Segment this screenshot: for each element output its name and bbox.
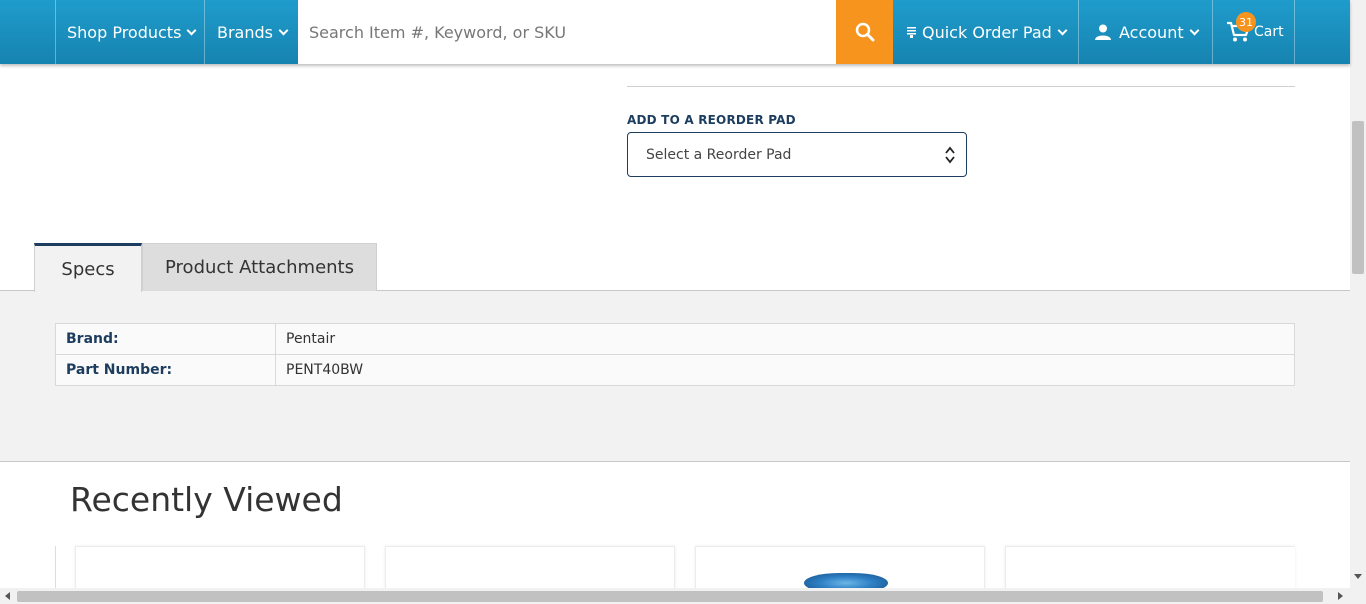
search-button[interactable] bbox=[836, 0, 893, 64]
cart-count-badge: 31 bbox=[1236, 12, 1256, 32]
shop-products-label: Shop Products bbox=[67, 22, 182, 42]
spec-value: Pentair bbox=[275, 323, 1295, 355]
tab-specs[interactable]: Specs bbox=[34, 243, 142, 292]
reorder-pad-label: ADD TO A REORDER PAD bbox=[627, 113, 796, 127]
shop-products-menu[interactable]: Shop Products bbox=[67, 0, 197, 64]
brands-label: Brands bbox=[217, 22, 273, 42]
specs-table: Brand: Pentair Part Number: PENT40BW bbox=[55, 323, 1295, 386]
nav-divider bbox=[1212, 0, 1213, 64]
vertical-scrollbar[interactable] bbox=[1350, 0, 1366, 588]
table-row: Part Number: PENT40BW bbox=[55, 354, 1295, 386]
nav-divider bbox=[1078, 0, 1079, 64]
chevron-down-icon bbox=[186, 25, 197, 35]
horizontal-scrollbar-thumb[interactable] bbox=[17, 591, 1323, 602]
scroll-down-arrow-icon[interactable] bbox=[1354, 574, 1362, 579]
cart-label: Cart bbox=[1254, 24, 1284, 40]
scroll-right-arrow-icon[interactable] bbox=[1338, 592, 1343, 600]
nav-divider bbox=[55, 0, 56, 64]
spec-value: PENT40BW bbox=[275, 354, 1295, 386]
spec-key: Part Number: bbox=[55, 354, 276, 386]
search-icon bbox=[855, 22, 874, 42]
user-icon bbox=[1095, 24, 1111, 40]
section-divider bbox=[627, 86, 1295, 87]
nav-divider bbox=[1294, 0, 1295, 64]
carousel-edge bbox=[55, 546, 56, 591]
chevron-down-icon bbox=[1189, 25, 1200, 35]
account-label: Account bbox=[1119, 22, 1184, 42]
vertical-scrollbar-thumb[interactable] bbox=[1352, 121, 1364, 274]
up-down-chevron-icon bbox=[945, 146, 955, 164]
nav-divider bbox=[204, 0, 205, 64]
top-navigation: Shop Products Brands Quick Order Pad Acc… bbox=[0, 0, 1350, 64]
list-icon bbox=[907, 27, 916, 38]
account-menu[interactable]: Account bbox=[1095, 0, 1200, 64]
spec-key: Brand: bbox=[55, 323, 276, 355]
table-row: Brand: Pentair bbox=[55, 323, 1295, 355]
tab-label: Specs bbox=[61, 258, 115, 280]
reorder-pad-selected-value: Select a Reorder Pad bbox=[646, 146, 792, 163]
tab-product-attachments[interactable]: Product Attachments bbox=[142, 243, 377, 291]
recently-viewed-title: Recently Viewed bbox=[70, 480, 343, 519]
chevron-down-icon bbox=[1057, 25, 1068, 35]
brands-menu[interactable]: Brands bbox=[217, 0, 289, 64]
reorder-pad-select[interactable]: Select a Reorder Pad bbox=[627, 132, 967, 177]
tab-label: Product Attachments bbox=[165, 257, 354, 278]
quick-order-pad-label: Quick Order Pad bbox=[922, 22, 1052, 42]
quick-order-pad-menu[interactable]: Quick Order Pad bbox=[907, 0, 1068, 64]
chevron-down-icon bbox=[278, 25, 289, 35]
cart-button[interactable]: Cart bbox=[1226, 0, 1284, 64]
search-input[interactable] bbox=[298, 0, 836, 64]
scroll-left-arrow-icon[interactable] bbox=[5, 592, 10, 600]
